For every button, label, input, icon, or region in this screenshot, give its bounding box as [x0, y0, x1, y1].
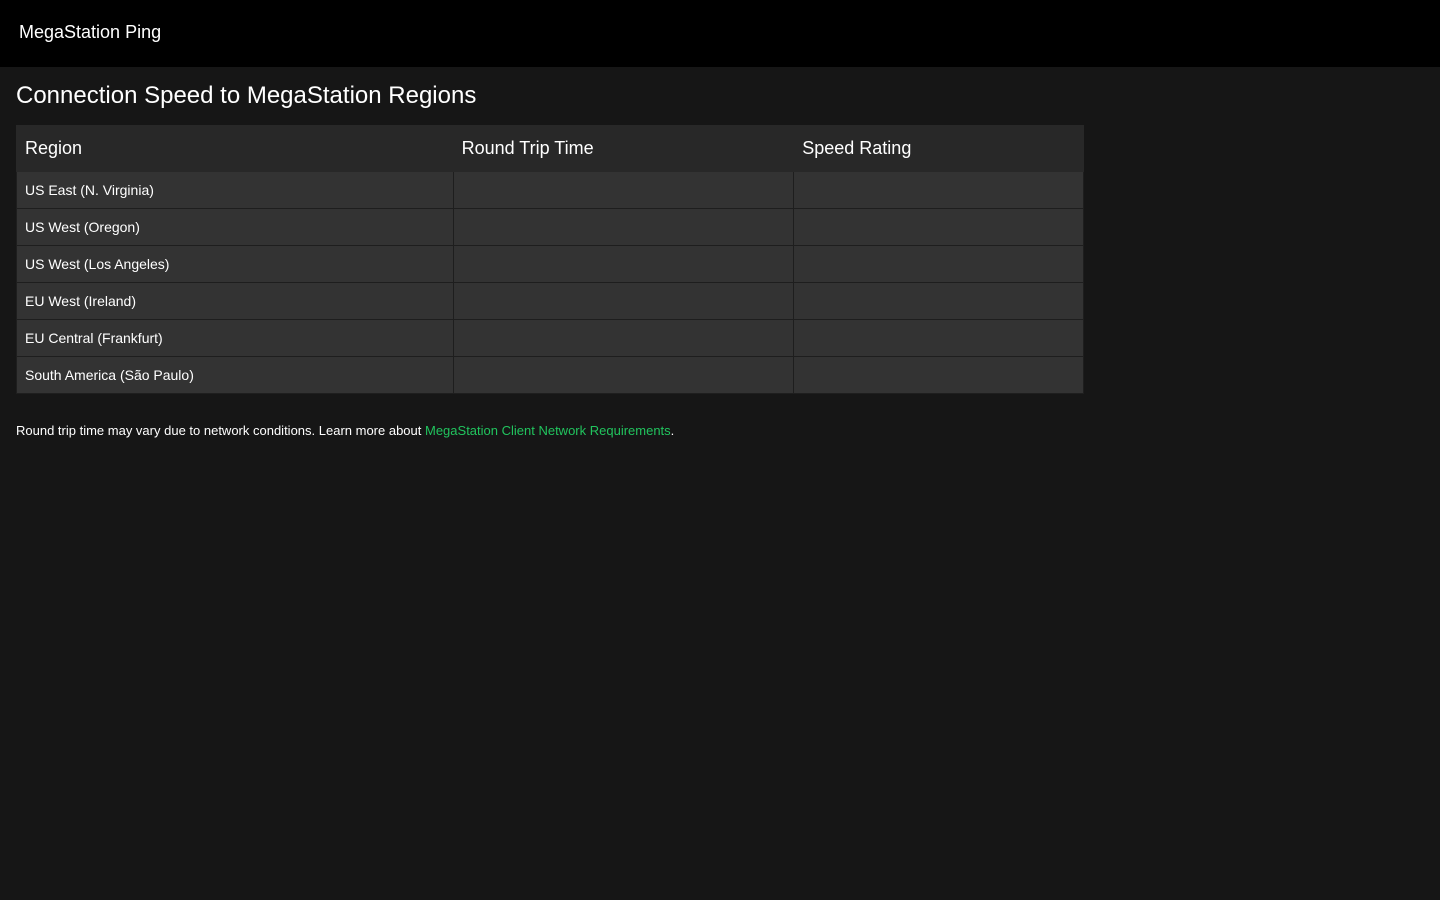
region-cell: EU Central (Frankfurt): [16, 319, 454, 357]
rtt-cell: [452, 319, 795, 357]
table-row: US West (Los Angeles): [16, 245, 1084, 283]
column-header-speed-rating: Speed Rating: [793, 125, 1084, 172]
main-content: Connection Speed to MegaStation Regions …: [0, 83, 1440, 438]
region-cell: US East (N. Virginia): [16, 171, 454, 209]
rtt-cell: [452, 282, 795, 320]
footnote-text: Round trip time may vary due to network …: [16, 423, 425, 438]
table-row: EU Central (Frankfurt): [16, 319, 1084, 357]
region-cell: US West (Oregon): [16, 208, 454, 246]
speed-rating-cell: [793, 356, 1084, 394]
speed-rating-cell: [793, 319, 1084, 357]
speed-rating-cell: [793, 245, 1084, 283]
region-cell: US West (Los Angeles): [16, 245, 454, 283]
region-cell: EU West (Ireland): [16, 282, 454, 320]
footnote-period: .: [670, 423, 675, 438]
network-footnote: Round trip time may vary due to network …: [16, 423, 1424, 438]
network-requirements-link[interactable]: MegaStation Client Network Requirements: [425, 423, 671, 438]
rtt-cell: [452, 245, 795, 283]
app-title: MegaStation Ping: [19, 22, 162, 42]
region-ping-table: Region Round Trip Time Speed Rating US E…: [16, 125, 1084, 394]
table-header-row: Region Round Trip Time Speed Rating: [16, 125, 1084, 172]
top-bar: MegaStation Ping: [0, 0, 1440, 67]
table-row: US East (N. Virginia): [16, 171, 1084, 209]
region-cell: South America (São Paulo): [16, 356, 454, 394]
column-header-round-trip-time: Round Trip Time: [452, 125, 795, 172]
table-row: US West (Oregon): [16, 208, 1084, 246]
speed-rating-cell: [793, 171, 1084, 209]
rtt-cell: [452, 356, 795, 394]
rtt-cell: [452, 171, 795, 209]
speed-rating-cell: [793, 282, 1084, 320]
column-header-region: Region: [16, 125, 454, 172]
rtt-cell: [452, 208, 795, 246]
table-row: EU West (Ireland): [16, 282, 1084, 320]
speed-rating-cell: [793, 208, 1084, 246]
table-row: South America (São Paulo): [16, 356, 1084, 394]
page-title: Connection Speed to MegaStation Regions: [16, 82, 477, 109]
